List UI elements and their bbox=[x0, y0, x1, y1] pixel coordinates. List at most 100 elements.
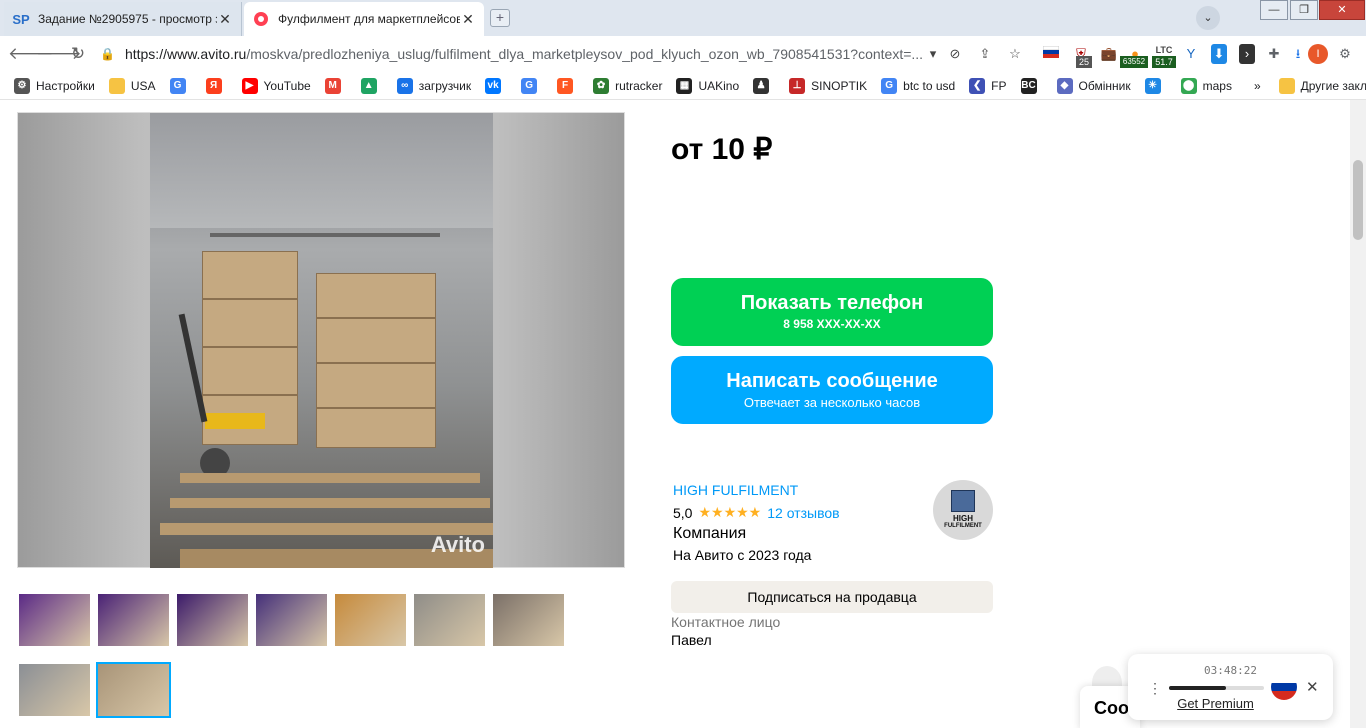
thumbnail-image bbox=[414, 594, 485, 646]
bookmark-google[interactable]: G bbox=[169, 77, 192, 94]
gallery-thumbnail[interactable] bbox=[96, 592, 171, 648]
briefcase-extension-icon[interactable]: 💼 bbox=[1098, 44, 1120, 64]
y-extension-icon[interactable]: Y bbox=[1180, 44, 1202, 64]
reload-icon[interactable]: ↻ bbox=[64, 44, 92, 64]
maximize-button[interactable]: ❐ bbox=[1290, 0, 1318, 20]
close-tab-icon[interactable]: ✕ bbox=[460, 11, 476, 28]
close-icon[interactable]: ✕ bbox=[1306, 678, 1319, 696]
bookmark-btc-to-usd[interactable]: Gbtc to usd bbox=[881, 77, 955, 94]
gallery-thumbnail[interactable] bbox=[96, 662, 171, 718]
download-helper-icon[interactable]: ⬇ bbox=[1211, 44, 1227, 64]
bookmark-label: maps bbox=[1202, 78, 1232, 93]
forward-icon[interactable]: 🡒 bbox=[36, 44, 82, 64]
dropdown-icon[interactable]: ▾ bbox=[922, 44, 944, 64]
bc-icon: BC bbox=[1020, 77, 1037, 94]
gallery-thumbnail[interactable] bbox=[254, 592, 329, 648]
bookmark-star-icon[interactable]: ☆ bbox=[1004, 44, 1026, 64]
thumbnail-image bbox=[335, 594, 406, 646]
thumbnail-image bbox=[98, 664, 169, 716]
seller-type: Компания bbox=[673, 525, 747, 542]
bookmark-fp[interactable]: ❮ FP bbox=[969, 77, 1007, 94]
terminal-extension-icon[interactable]: › bbox=[1239, 44, 1255, 64]
bookmark-настройки[interactable]: ⚙ Настройки bbox=[14, 77, 95, 94]
url-host: https://www.avito.ru bbox=[124, 46, 247, 62]
bookmark-rutracker[interactable]: ✿ rutracker bbox=[593, 77, 662, 94]
seller-logo-text: HIGH bbox=[953, 514, 973, 523]
camera-blocked-icon[interactable]: ⊘ bbox=[944, 44, 966, 64]
bookmark-обмінник[interactable]: ◆ Обмінник bbox=[1056, 77, 1131, 94]
youtube-icon: ▶ bbox=[241, 77, 258, 94]
more-options-icon[interactable]: ⋮ bbox=[1148, 680, 1162, 697]
bookmark-usa[interactable]: USA bbox=[108, 77, 156, 94]
show-phone-button[interactable]: Показать телефон 8 958 XXX-XX-XX bbox=[671, 278, 993, 346]
bookmark-gmail[interactable]: M bbox=[324, 77, 347, 94]
uakino-icon: ▦ bbox=[676, 77, 693, 94]
photo-gallery[interactable]: Avito bbox=[17, 112, 625, 568]
tab-avito[interactable]: Фулфилмент для маркетплейсов ✕ bbox=[244, 2, 484, 36]
bookmark-label: YouTube bbox=[263, 78, 311, 93]
tab-search-button[interactable]: ⌄ bbox=[1196, 6, 1220, 30]
progress-bar[interactable] bbox=[1169, 686, 1264, 690]
gallery-thumbnail[interactable] bbox=[491, 592, 566, 648]
bookmarks-overflow-button[interactable]: » bbox=[1254, 79, 1261, 93]
folder-icon bbox=[1278, 77, 1295, 94]
google-icon: G bbox=[169, 77, 186, 94]
seller-name-link[interactable]: HIGH FULFILMENT bbox=[673, 482, 798, 498]
gallery-thumbnail[interactable] bbox=[333, 592, 408, 648]
bookmark-sinoptik[interactable]: ⊥ SINOPTIK bbox=[789, 77, 867, 94]
seller-since: На Авито с 2023 года bbox=[673, 547, 812, 563]
rutracker-icon: ✿ bbox=[593, 77, 610, 94]
close-tab-icon[interactable]: ✕ bbox=[217, 11, 233, 28]
tab-task[interactable]: SP Задание №2905975 - просмотр з ✕ bbox=[4, 2, 242, 36]
show-phone-label: Показать телефон bbox=[740, 292, 924, 314]
bookmark-maps[interactable]: ⬤ maps bbox=[1180, 77, 1232, 94]
seller-rating: 5,0 ★★★★★ 12 отзывов bbox=[673, 504, 840, 521]
bookmark-star-burst[interactable]: ✳ bbox=[1144, 77, 1167, 94]
get-premium-link[interactable]: Get Premium bbox=[1128, 696, 1303, 711]
minimize-button[interactable]: — bbox=[1260, 0, 1288, 20]
timer-time: 03:48:22 bbox=[1204, 664, 1257, 677]
vk-icon: vk bbox=[485, 77, 502, 94]
maps-icon: ⬤ bbox=[1180, 77, 1197, 94]
sp-favicon-icon: SP bbox=[12, 11, 30, 27]
exchange-icon: ◆ bbox=[1056, 77, 1073, 94]
scrollbar-thumb[interactable] bbox=[1353, 160, 1363, 240]
bookmark-vk[interactable]: vk bbox=[485, 77, 507, 94]
address-bar[interactable]: 🔒 https://www.avito.ru/moskva/predlozhen… bbox=[100, 42, 940, 66]
share-icon[interactable]: ⇪ bbox=[974, 44, 996, 64]
back-icon[interactable]: 🡐 bbox=[8, 44, 54, 64]
other-bookmarks-folder[interactable]: Другие закладки bbox=[1278, 77, 1366, 94]
close-window-button[interactable]: ✕ bbox=[1319, 0, 1365, 20]
bookmark-bc[interactable]: BC bbox=[1020, 77, 1043, 94]
new-tab-button[interactable]: + bbox=[490, 9, 510, 27]
btc-price-badge: 63552 bbox=[1120, 56, 1148, 68]
chrome-menu-icon[interactable]: ⚙ bbox=[1334, 44, 1356, 64]
page-scrollbar[interactable] bbox=[1350, 100, 1366, 728]
gallery-thumbnail[interactable] bbox=[17, 662, 92, 718]
bookmark-youtube[interactable]: ▶ YouTube bbox=[241, 77, 311, 94]
downloads-icon[interactable]: ⭳ bbox=[1287, 44, 1309, 64]
flag-ru-extension-icon[interactable] bbox=[1040, 44, 1062, 64]
reviews-link[interactable]: 12 отзывов bbox=[767, 505, 839, 521]
seller-avatar[interactable]: HIGH FULFILMENT bbox=[933, 480, 993, 540]
profile-avatar[interactable]: I bbox=[1308, 44, 1328, 64]
bookmark-translate[interactable]: G bbox=[521, 77, 543, 94]
rating-stars-icon: ★★★★★ bbox=[698, 504, 762, 520]
yandex-icon: Я bbox=[205, 77, 222, 94]
avito-watermark: Avito bbox=[430, 532, 485, 557]
bookmark-pawn[interactable]: ♟ bbox=[753, 77, 775, 94]
bookmark-uakino[interactable]: ▦ UAKino bbox=[676, 77, 739, 94]
extensions-puzzle-icon[interactable]: ✚ bbox=[1263, 44, 1285, 64]
google-icon: G bbox=[881, 77, 898, 94]
bookmark-загрузчик[interactable]: ∞ загрузчик bbox=[396, 77, 471, 94]
gallery-thumbnail[interactable] bbox=[412, 592, 487, 648]
gallery-thumbnail[interactable] bbox=[175, 592, 250, 648]
bookmark-yandex[interactable]: Я bbox=[205, 77, 228, 94]
bookmark-f[interactable]: F bbox=[557, 77, 579, 94]
folder-icon bbox=[108, 77, 125, 94]
bookmark-drive[interactable]: ▲ bbox=[360, 77, 383, 94]
pawn-icon: ♟ bbox=[753, 77, 770, 94]
gallery-thumbnail[interactable] bbox=[17, 592, 92, 648]
subscribe-seller-button[interactable]: Подписаться на продавца bbox=[671, 581, 993, 613]
write-message-button[interactable]: Написать сообщение Отвечает за несколько… bbox=[671, 356, 993, 424]
